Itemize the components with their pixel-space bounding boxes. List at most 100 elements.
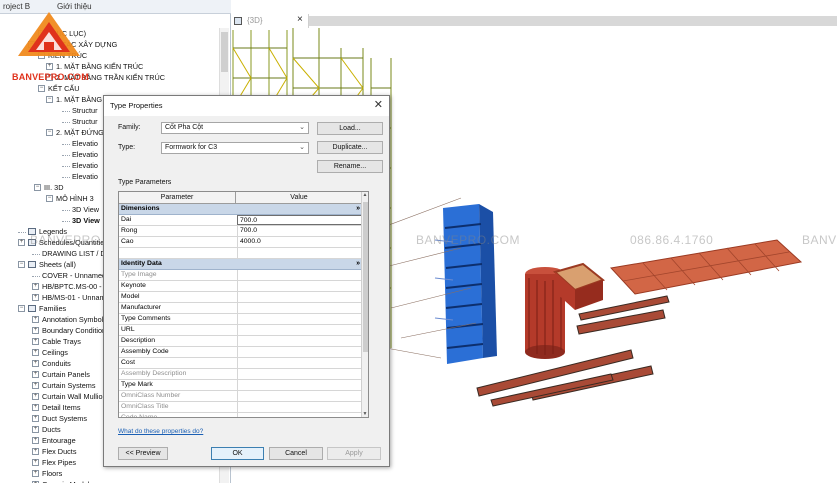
parameter-row[interactable]: Type Comments (119, 314, 363, 325)
tree-item[interactable]: + HB/BPTC.MS-00 - D (32, 281, 109, 292)
parameter-value[interactable] (237, 413, 363, 417)
parameter-value[interactable] (237, 248, 363, 258)
collapse-group-icon[interactable]: » (356, 259, 360, 269)
parameter-row[interactable]: Keynote (119, 281, 363, 292)
parameter-row[interactable]: Cao 4000.0 (119, 237, 363, 248)
tree-item[interactable]: − Sheets (all) (18, 259, 76, 270)
tree-item[interactable]: + Ducts (32, 424, 61, 435)
parameter-row[interactable]: Code Name (119, 413, 363, 417)
expand-icon[interactable]: + (32, 425, 39, 433)
help-link[interactable]: What do these properties do? (118, 428, 203, 435)
rename-button[interactable]: Rename... (317, 160, 383, 173)
tree-item[interactable]: + Duct Systems (32, 413, 87, 424)
tree-item[interactable]: + Schedules/Quantities (18, 237, 108, 248)
expand-icon[interactable]: + (32, 447, 39, 455)
parameter-row[interactable]: Dai 700.0 (119, 215, 363, 226)
tree-item[interactable]: Elevatio (62, 149, 98, 160)
parameter-value[interactable] (237, 358, 363, 368)
tree-item[interactable]: − III. 3D (34, 182, 63, 193)
ok-button[interactable]: OK (211, 447, 264, 460)
parameter-row[interactable]: OmniClass Title (119, 402, 363, 413)
family-dropdown[interactable]: Cốt Pha Cột ⌄ (161, 122, 309, 134)
parameter-group-row[interactable]: Dimensions » (119, 204, 363, 215)
collapse-icon[interactable]: − (46, 128, 53, 136)
expand-icon[interactable]: + (32, 315, 39, 323)
parameter-value[interactable] (237, 314, 363, 324)
tab-3d-view[interactable]: {3D} × (231, 14, 309, 28)
parameter-row[interactable]: Assembly Code (119, 347, 363, 358)
expand-icon[interactable]: + (32, 293, 39, 301)
parameter-value[interactable]: 700.0 (237, 226, 363, 236)
tree-item[interactable]: COVER - Unnamed (32, 270, 106, 281)
scrollbar-thumb[interactable] (221, 32, 228, 72)
tree-item[interactable]: Elevatio (62, 171, 98, 182)
tree-item[interactable]: Structur (62, 105, 98, 116)
tree-item[interactable]: − Families (18, 303, 66, 314)
tree-item[interactable]: + Flex Pipes (32, 457, 76, 468)
tree-item[interactable]: − MÔ HÌNH 3 (46, 193, 94, 204)
tree-item[interactable]: + Conduits (32, 358, 71, 369)
collapse-group-icon[interactable]: » (356, 204, 360, 214)
tree-item[interactable]: + Flex Ducts (32, 446, 76, 457)
apply-button[interactable]: Apply (327, 447, 381, 460)
parameter-value[interactable] (237, 347, 363, 357)
parameter-row[interactable]: Manufacturer (119, 303, 363, 314)
expand-icon[interactable]: + (32, 359, 39, 367)
tree-item[interactable]: + Curtain Wall Mullion (32, 391, 107, 402)
parameter-value[interactable] (237, 292, 363, 302)
type-dropdown[interactable]: Formwork for C3 ⌄ (161, 142, 309, 154)
tree-item[interactable]: + Detail Items (32, 402, 81, 413)
tree-item[interactable]: + Cable Trays (32, 336, 81, 347)
tree-item[interactable]: + Curtain Systems (32, 380, 96, 391)
parameter-row[interactable]: OmniClass Number (119, 391, 363, 402)
scroll-down-icon[interactable]: ▼ (362, 411, 368, 417)
expand-icon[interactable]: + (18, 238, 25, 246)
parameter-row[interactable]: Description (119, 336, 363, 347)
parameter-value[interactable] (237, 281, 363, 291)
cancel-button[interactable]: Cancel (269, 447, 323, 460)
parameter-row[interactable]: Type Mark (119, 380, 363, 391)
expand-icon[interactable]: + (32, 282, 39, 290)
parameter-row[interactable] (119, 248, 363, 259)
load-button[interactable]: Load... (317, 122, 383, 135)
expand-icon[interactable]: + (32, 370, 39, 378)
close-icon[interactable]: ✕ (374, 98, 383, 111)
scrollbar-thumb[interactable] (363, 202, 368, 352)
tree-item[interactable]: −1. MẶT BẰNG (46, 94, 102, 105)
collapse-icon[interactable]: − (18, 260, 25, 268)
collapse-icon[interactable]: − (34, 183, 41, 191)
expand-icon[interactable]: + (32, 381, 39, 389)
expand-icon[interactable]: + (32, 469, 39, 477)
expand-icon[interactable]: + (32, 403, 39, 411)
parameter-group-row[interactable]: Identity Data » (119, 259, 363, 270)
parameter-value[interactable] (237, 303, 363, 313)
collapse-icon[interactable]: − (46, 95, 53, 103)
tree-item[interactable]: DRAWING LIST / DA (32, 248, 111, 259)
tree-item[interactable]: Elevatio (62, 160, 98, 171)
tree-item[interactable]: 3D View (62, 204, 99, 215)
expand-icon[interactable]: + (32, 414, 39, 422)
expand-icon[interactable]: + (32, 392, 39, 400)
tree-item[interactable]: Legends (18, 226, 67, 237)
parameter-value[interactable] (237, 325, 363, 335)
tree-item[interactable]: + Entourage (32, 435, 76, 446)
collapse-icon[interactable]: − (18, 304, 25, 312)
tree-item[interactable]: + Annotation Symbol (32, 314, 103, 325)
parameter-value[interactable] (237, 402, 363, 412)
grid-scrollbar[interactable]: ▲ ▼ (361, 192, 368, 417)
tree-item[interactable]: 3D View (62, 215, 100, 226)
expand-icon[interactable]: + (32, 326, 39, 334)
parameter-row[interactable]: Type Image (119, 270, 363, 281)
parameter-row[interactable]: Rong 700.0 (119, 226, 363, 237)
parameter-value[interactable] (237, 380, 363, 390)
close-icon[interactable]: × (297, 14, 303, 25)
preview-button[interactable]: << Preview (118, 447, 168, 460)
tree-item[interactable]: + Boundary Condition (32, 325, 106, 336)
parameter-value[interactable]: 4000.0 (237, 237, 363, 247)
parameter-value[interactable] (237, 336, 363, 346)
tree-item[interactable]: + Curtain Panels (32, 369, 90, 380)
expand-icon[interactable]: + (32, 436, 39, 444)
parameter-value[interactable]: 700.0 (237, 215, 363, 225)
tree-item[interactable]: Structur (62, 116, 98, 127)
tree-item[interactable]: + HB/MS-01 - Unnam (32, 292, 106, 303)
